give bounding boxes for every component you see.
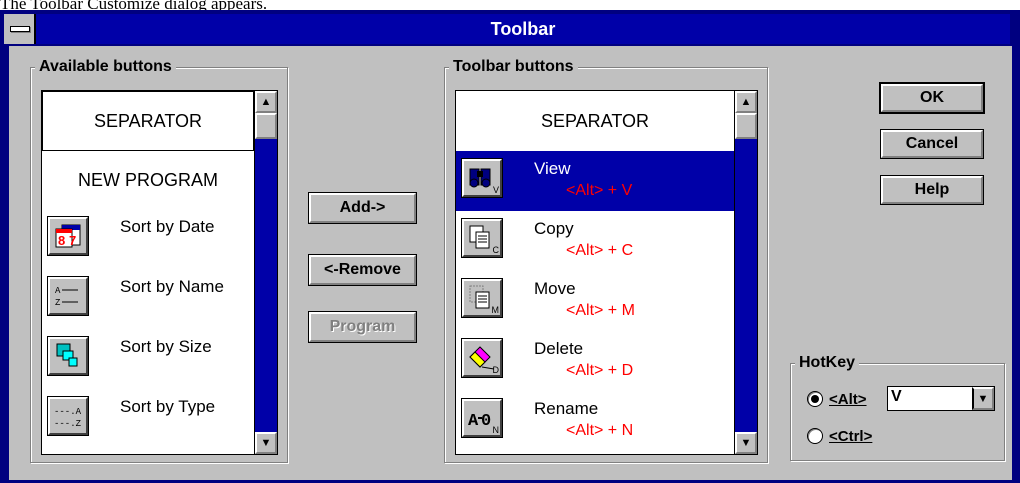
list-item-sort-by-size[interactable]: Sort by Size	[42, 329, 254, 389]
sort-by-date-label: Sort by Date	[120, 217, 215, 236]
toolbar-buttons-label: Toolbar buttons	[449, 57, 578, 77]
ctrl-radio-label: <Ctrl>	[829, 427, 873, 445]
delete-label: Delete	[534, 339, 584, 358]
remove-button[interactable]: <-Remove	[308, 254, 417, 286]
delete-hotkey: <Alt> + D	[566, 362, 634, 379]
svg-text:---.Z: ---.Z	[54, 419, 82, 429]
sort-size-icon	[47, 336, 89, 376]
system-menu-button[interactable]	[4, 14, 36, 44]
list-item-sort-by-date[interactable]: 8 7 Sort by Date	[42, 209, 254, 269]
separator-label: SEPARATOR	[540, 110, 650, 131]
svg-text:7: 7	[69, 233, 76, 248]
remove-button-label: <-Remove	[324, 261, 401, 278]
list-item-move[interactable]: M Move <Alt> + M	[456, 271, 734, 331]
rename-icon: A 0 N	[461, 398, 503, 438]
svg-text:---.A: ---.A	[54, 407, 82, 417]
available-buttons-label: Available buttons	[35, 57, 176, 77]
title-bar: Toolbar	[4, 14, 1010, 44]
calendar-icon: 8 7	[47, 216, 89, 256]
system-menu-icon	[10, 26, 30, 32]
scroll-thumb[interactable]	[735, 113, 757, 139]
toolbar-list-scrollbar[interactable]: ▲ ▼	[734, 91, 757, 454]
list-item-delete[interactable]: D Delete <Alt> + D	[456, 331, 734, 391]
toolbar-dialog: Toolbar Available buttons SEPARATOR NEW …	[0, 10, 1020, 483]
scroll-thumb[interactable]	[255, 113, 277, 139]
ctrl-radio[interactable]: <Ctrl>	[807, 426, 872, 446]
eraser-icon: D	[461, 338, 503, 378]
alt-radio-label: <Alt>	[829, 390, 867, 408]
window-title: Toolbar	[490, 19, 556, 39]
alt-radio-circle[interactable]	[807, 391, 823, 407]
list-item-copy[interactable]: C Copy <Alt> + C	[456, 211, 734, 271]
new-program-label: NEW PROGRAM	[77, 169, 218, 190]
svg-text:8: 8	[58, 233, 65, 248]
cancel-button-label: Cancel	[905, 135, 959, 152]
cancel-button[interactable]: Cancel	[880, 129, 984, 159]
scroll-up-arrow-icon[interactable]: ▲	[255, 91, 277, 113]
sort-type-icon: ---.A ---.Z	[47, 396, 89, 436]
binoculars-icon: V	[461, 158, 503, 198]
list-item-rename[interactable]: A 0 N Rename <Alt> + N	[456, 391, 734, 451]
sort-by-name-label: Sort by Name	[120, 277, 224, 296]
move-shortcut-letter: M	[491, 305, 500, 315]
copy-icon: C	[461, 218, 503, 258]
help-button[interactable]: Help	[880, 175, 984, 205]
alt-radio[interactable]: <Alt>	[807, 389, 867, 409]
help-button-label: Help	[914, 181, 950, 198]
copy-hotkey: <Alt> + C	[566, 242, 634, 259]
list-item-separator[interactable]: SEPARATOR	[42, 91, 254, 151]
delete-shortcut-letter: D	[492, 365, 500, 375]
move-hotkey: <Alt> + M	[566, 302, 635, 319]
available-list-scrollbar[interactable]: ▲ ▼	[254, 91, 277, 454]
list-item-view[interactable]: V View <Alt> + V	[456, 151, 734, 211]
list-item-sort-by-type[interactable]: ---.A ---.Z Sort by Type	[42, 389, 254, 449]
add-button-label: Add->	[339, 199, 386, 216]
copy-shortcut-letter: C	[492, 245, 500, 255]
dialog-client: Available buttons SEPARATOR NEW PROGRAM	[9, 46, 1012, 480]
hotkey-value: V	[891, 388, 902, 405]
rename-shortcut-letter: N	[492, 425, 500, 435]
add-button[interactable]: Add->	[308, 192, 417, 224]
svg-text:A: A	[468, 412, 479, 431]
list-item-sort-by-name[interactable]: A Z Sort by Name	[42, 269, 254, 329]
scroll-up-arrow-icon[interactable]: ▲	[735, 91, 757, 113]
hotkey-group: HotKey <Alt> V ▼ <Ctrl>	[790, 353, 1005, 461]
scroll-down-arrow-icon[interactable]: ▼	[255, 432, 277, 454]
svg-text:A: A	[55, 286, 61, 296]
view-label: View	[534, 159, 571, 178]
view-hotkey: <Alt> + V	[566, 182, 633, 199]
toolbar-buttons-list[interactable]: SEPARATOR V View <Alt> + V C Copy <Alt> …	[455, 90, 758, 455]
rename-hotkey: <Alt> + N	[566, 422, 634, 439]
ctrl-radio-circle[interactable]	[807, 428, 823, 444]
svg-text:0: 0	[481, 412, 491, 431]
move-icon: M	[461, 278, 503, 318]
list-item-separator[interactable]: SEPARATOR	[456, 91, 734, 151]
available-buttons-list[interactable]: SEPARATOR NEW PROGRAM 8 7 Sort by Date A…	[41, 90, 278, 455]
ok-button[interactable]: OK	[879, 82, 985, 114]
dropdown-arrow-icon[interactable]: ▼	[972, 387, 994, 410]
sort-by-size-label: Sort by Size	[120, 337, 212, 356]
program-button-label: Program	[329, 318, 396, 335]
sort-by-type-label: Sort by Type	[120, 397, 216, 416]
scroll-down-arrow-icon[interactable]: ▼	[735, 432, 757, 454]
hotkey-label: HotKey	[795, 353, 860, 373]
ok-button-label: OK	[920, 89, 944, 106]
list-item-new-program[interactable]: NEW PROGRAM	[42, 153, 254, 207]
hotkey-combobox[interactable]: V ▼	[887, 386, 995, 411]
sort-name-icon: A Z	[47, 276, 89, 316]
view-shortcut-letter: V	[492, 185, 499, 195]
program-button[interactable]: Program	[308, 311, 417, 343]
copy-label: Copy	[534, 219, 574, 238]
separator-label: SEPARATOR	[93, 110, 203, 131]
svg-text:Z: Z	[55, 298, 61, 308]
rename-label: Rename	[534, 399, 599, 418]
move-label: Move	[534, 279, 576, 298]
